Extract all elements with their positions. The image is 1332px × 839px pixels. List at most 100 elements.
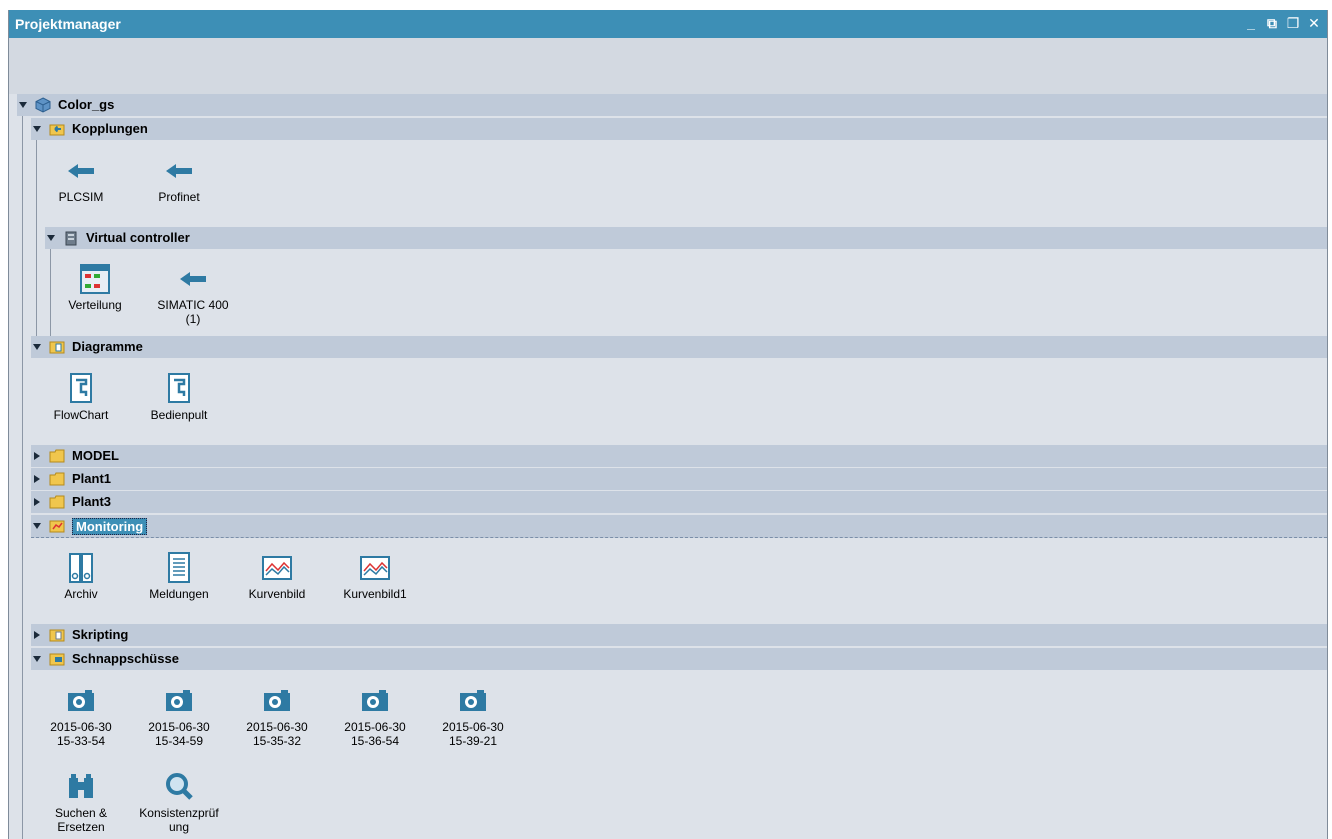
camera-icon [358, 684, 392, 718]
tree-row-plant3[interactable]: Plant3 [31, 491, 1327, 513]
item-label: Suchen & Ersetzen [54, 806, 108, 834]
tree-row-model[interactable]: MODEL [31, 445, 1327, 467]
item-label: 2015-06-30 15-33-54 [50, 720, 112, 748]
tree-label-plant3: Plant3 [72, 494, 112, 509]
collapse-arrow-icon[interactable] [31, 520, 43, 532]
flowchart-icon [64, 372, 98, 406]
coupling-folder-icon [49, 124, 65, 136]
item-flowchart[interactable]: FlowChart [31, 372, 131, 422]
collapse-arrow-icon[interactable] [31, 653, 43, 665]
popout-button[interactable]: ⧉ [1263, 14, 1281, 32]
tree-label-kopplungen: Kopplungen [72, 121, 148, 136]
item-snapshot-2[interactable]: 2015-06-30 15-34-59 [129, 684, 229, 748]
collapse-arrow-icon[interactable] [31, 341, 43, 353]
arrow-left-icon [64, 154, 98, 188]
trend-chart-icon [358, 551, 392, 585]
item-kurvenbild[interactable]: Kurvenbild [227, 551, 327, 601]
tree-label-skripting: Skripting [72, 627, 129, 642]
item-bedienpult[interactable]: Bedienpult [129, 372, 229, 422]
title-bar[interactable]: Projektmanager _ ⧉ ❐ ✕ [9, 10, 1327, 38]
arrow-left-icon [162, 154, 196, 188]
item-verteilung[interactable]: Verteilung [45, 262, 145, 312]
cube-icon [35, 97, 51, 113]
folder-icon [49, 449, 65, 463]
messages-icon [162, 551, 196, 585]
tree-row-kopplungen[interactable]: Kopplungen [31, 118, 1327, 140]
close-button[interactable]: ✕ [1305, 14, 1323, 32]
diagram-folder-icon [49, 341, 65, 354]
archive-icon [64, 551, 98, 585]
item-suchen-ersetzen[interactable]: Suchen & Ersetzen [31, 770, 131, 834]
item-plcsim[interactable]: PLCSIM [31, 154, 131, 204]
folder-icon [49, 495, 65, 509]
item-label: PLCSIM [58, 190, 104, 204]
item-meldungen[interactable]: Meldungen [129, 551, 229, 601]
minimize-button[interactable]: _ [1242, 14, 1260, 32]
collapse-arrow-icon[interactable] [45, 232, 57, 244]
item-snapshot-3[interactable]: 2015-06-30 15-35-32 [227, 684, 327, 748]
project-manager-window: Projektmanager _ ⧉ ❐ ✕ Color_gs Kopplung… [8, 10, 1328, 839]
item-profinet[interactable]: Profinet [129, 154, 229, 204]
flowchart-icon [162, 372, 196, 406]
controller-icon [65, 231, 77, 246]
tree-label-plant1: Plant1 [72, 471, 112, 486]
magnifier-icon [162, 770, 196, 804]
item-label: Meldungen [149, 587, 209, 601]
tree-row-schnappschuesse[interactable]: Schnappschüsse [31, 648, 1327, 670]
expand-arrow-icon[interactable] [31, 629, 43, 641]
item-snapshot-1[interactable]: 2015-06-30 15-33-54 [31, 684, 131, 748]
binoculars-icon [64, 770, 98, 804]
collapse-arrow-icon[interactable] [31, 123, 43, 135]
item-archiv[interactable]: Archiv [31, 551, 131, 601]
folder-icon [49, 472, 65, 486]
distribution-icon [78, 262, 112, 296]
camera-icon [162, 684, 196, 718]
tree-row-skripting[interactable]: Skripting [31, 624, 1327, 646]
item-label: Kurvenbild1 [343, 587, 407, 601]
item-label: Bedienpult [150, 408, 208, 422]
item-label: 2015-06-30 15-34-59 [148, 720, 210, 748]
tree-label-monitoring: Monitoring [72, 518, 148, 535]
tree-label-virtual-controller: Virtual controller [86, 230, 190, 245]
restore-button[interactable]: ❐ [1284, 14, 1302, 32]
item-snapshot-5[interactable]: 2015-06-30 15-39-21 [423, 684, 523, 748]
item-label: SIMATIC 400 (1) [157, 298, 229, 326]
item-label: Verteilung [68, 298, 122, 312]
trend-chart-icon [260, 551, 294, 585]
tree-label-model: MODEL [72, 448, 119, 463]
item-kurvenbild1[interactable]: Kurvenbild1 [325, 551, 425, 601]
expand-arrow-icon[interactable] [31, 496, 43, 508]
item-snapshot-4[interactable]: 2015-06-30 15-36-54 [325, 684, 425, 748]
tree-row-diagramme[interactable]: Diagramme [31, 336, 1327, 358]
item-simatic-400[interactable]: SIMATIC 400 (1) [143, 262, 243, 326]
toolbar [9, 38, 1327, 94]
collapse-arrow-icon[interactable] [17, 99, 29, 111]
tree-label-root: Color_gs [58, 97, 115, 112]
tree-row-virtual-controller[interactable]: Virtual controller [45, 227, 1327, 249]
tree-label-schnappschuesse: Schnappschüsse [72, 651, 179, 666]
tree-row-plant1[interactable]: Plant1 [31, 468, 1327, 490]
tree-line-root [22, 116, 23, 839]
camera-icon [64, 684, 98, 718]
item-label: FlowChart [53, 408, 109, 422]
project-tree: Color_gs Kopplungen PLCSIM Profinet Virt… [9, 94, 1327, 839]
camera-icon [260, 684, 294, 718]
tree-row-root[interactable]: Color_gs [17, 94, 1327, 116]
item-label: Archiv [64, 587, 98, 601]
monitoring-folder-icon [49, 520, 65, 533]
expand-arrow-icon[interactable] [31, 450, 43, 462]
item-label: Konsistenzprüf ung [139, 806, 219, 834]
item-label: Profinet [158, 190, 200, 204]
tree-label-diagramme: Diagramme [72, 339, 143, 354]
item-konsistenzpruefung[interactable]: Konsistenzprüf ung [129, 770, 229, 834]
tree-row-monitoring[interactable]: Monitoring [31, 515, 1327, 538]
arrow-left-icon [176, 262, 210, 296]
camera-icon [456, 684, 490, 718]
item-label: 2015-06-30 15-35-32 [246, 720, 308, 748]
item-label: 2015-06-30 15-39-21 [442, 720, 504, 748]
expand-arrow-icon[interactable] [31, 473, 43, 485]
window-title: Projektmanager [15, 16, 121, 32]
script-folder-icon [49, 629, 65, 642]
window-controls: _ ⧉ ❐ ✕ [1242, 14, 1323, 32]
snapshot-folder-icon [49, 653, 65, 666]
